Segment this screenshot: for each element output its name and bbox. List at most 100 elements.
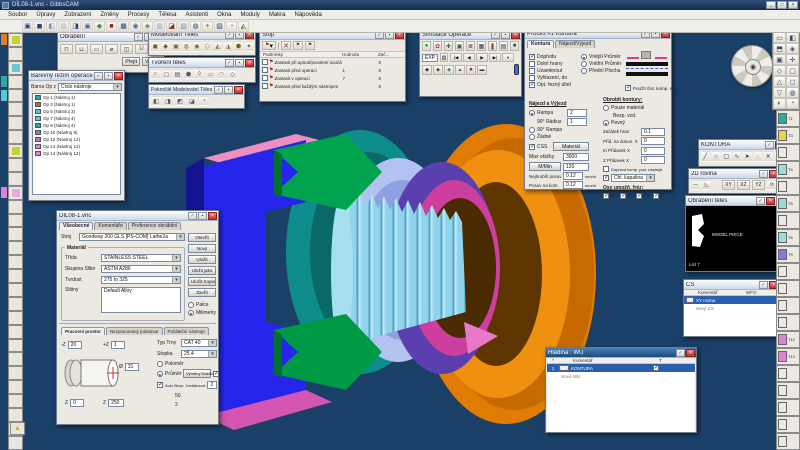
xy-plane-button[interactable]: XY [722,180,735,190]
stock-zr-field[interactable]: 1 [111,341,125,349]
stock-dia-field[interactable]: 31 [125,363,139,371]
toolbar-icon[interactable]: ◼ [34,21,45,32]
solid-modeling-icon[interactable]: ◉ [193,41,201,52]
tab-preference[interactable]: Preference obrábění [128,222,182,230]
solid-modeling-icon[interactable]: ▣ [172,41,180,52]
tool-strip-row[interactable] [0,255,23,269]
toolbar-icon[interactable]: ◆ [94,21,105,32]
tool-tile[interactable] [776,212,800,229]
tab-komentare[interactable]: Komentáře [94,222,126,230]
toolbar-icon[interactable]: ▣ [82,21,93,32]
tab-kontura[interactable]: Kontura [527,40,554,48]
menu-item[interactable]: Úpravy [32,12,59,18]
close-icon[interactable]: × [766,197,775,205]
close-icon[interactable]: × [114,72,123,80]
close-icon[interactable]: × [686,349,695,357]
pin-icon[interactable]: ✓ [94,72,103,80]
tool-strip-row[interactable] [0,130,23,144]
prejit-button[interactable]: Přejít [122,57,140,66]
tool-tile[interactable] [776,399,800,416]
view-icon[interactable]: ◧ [786,32,799,43]
tool-tile[interactable]: T6 [776,229,800,246]
stop-checkbox[interactable] [262,59,268,65]
operation-row[interactable]: Op 7 (Nástroj 4) [33,115,120,122]
yz-plane-button[interactable]: YZ [752,180,765,190]
workgroup-new-row[interactable]: Nová WÚ [547,372,695,380]
tool-strip-row[interactable] [0,158,23,172]
tool-cell[interactable] [8,75,23,89]
stop-row[interactable]: ⚑ Zastavit před operací 1 0 [260,66,405,74]
pin-icon[interactable]: ✓ [676,349,685,357]
tool-cell[interactable] [8,227,23,241]
stock-z1-field[interactable]: 250 [108,399,124,407]
window-titlebar[interactable]: DÍL08-1.vnc - GibbsCAM _ □ × [0,0,800,10]
simulation-mode-icon[interactable]: ■ [510,41,519,51]
tool-cell[interactable] [8,311,23,325]
contour-feed-field[interactable]: 0.12 [563,181,583,189]
solid-modeling-icon[interactable]: ◼ [151,41,159,52]
simulation-option-icon[interactable]: ▬ [477,65,487,75]
tool-strip-row[interactable] [0,311,23,325]
solid-create-icon[interactable]: ◠ [217,69,226,79]
tool-tile[interactable] [776,297,800,314]
field-input[interactable]: 0 [641,156,665,164]
tool-tile[interactable]: T3 [776,127,800,144]
tilt-plane-icon[interactable]: ◺ [702,180,711,190]
close-icon[interactable]: × [245,59,254,67]
dcd-action-button[interactable]: Otevřít [188,233,216,242]
tool-cell[interactable] [8,352,23,366]
list-pager-label[interactable]: List 7 [689,262,700,267]
checkbox[interactable]: ✓ [529,82,535,88]
axis-check[interactable]: ✓X+ [603,193,616,199]
close-button[interactable]: × [788,1,798,9]
tool-tile[interactable] [776,433,800,450]
solid-create-icon[interactable]: ◻ [162,69,171,79]
kontura-titlebar[interactable]: KONTURA ✓× [699,140,785,150]
menu-item[interactable]: Změny [96,12,122,18]
axis-check[interactable]: ✓X- [620,193,632,199]
simulation-mode-icon[interactable]: ≣ [466,41,475,51]
solid-modeling-icon[interactable]: ⬢ [234,41,242,52]
solid-create-icon[interactable]: ⬟ [184,69,193,79]
css-checkbox[interactable]: ✓ [529,144,535,150]
menu-item[interactable]: Procesy [124,12,154,18]
pin-icon[interactable]: ✓ [214,86,223,94]
field-input[interactable]: 0 [641,147,665,155]
stop-row[interactable]: ⚑ Zastavit před každým nástrojem 0 [260,82,405,90]
view-icon[interactable]: ◐ [773,98,786,109]
pin-icon[interactable]: ✓ [765,141,774,149]
tool-strip-row[interactable] [0,102,23,116]
view-icon[interactable]: △ [773,76,786,87]
toolbar-icon[interactable]: ▣ [22,21,33,32]
pin-icon[interactable]: ✓ [225,59,234,67]
simulation-mode-icon[interactable]: ▦ [477,41,486,51]
radio[interactable] [188,302,194,308]
toolbar-icon[interactable]: ◍ [190,21,201,32]
solid-modeling-icon[interactable]: ◆ [161,41,169,52]
solid-modeling-icon[interactable]: ◮ [224,41,232,52]
pin-icon[interactable]: ✓ [188,212,197,220]
checkbox[interactable]: ✓ [636,193,642,199]
checkbox[interactable]: ✓ [620,193,626,199]
tool-strip-row[interactable] [0,186,23,200]
operations-list[interactable]: Op 1 (Nástroj 1) Op 3 (Nástroj 1) Op 5 (… [32,93,121,195]
menu-item[interactable]: Soubor [4,12,31,18]
tool-strip-row[interactable] [0,227,23,241]
simulation-mode-icon[interactable]: ● [422,41,431,51]
speed-slider-icon[interactable]: ▥ [440,53,448,62]
operation-row[interactable]: Op 1 (Nástroj 1) [33,94,120,101]
tool-tile[interactable]: T4 [776,161,800,178]
tool-tile[interactable] [776,365,800,382]
operation-row[interactable]: Op 3 (Nástroj 1) [33,101,120,108]
tab-pracovni-prostor[interactable]: Pracovní prostor [61,327,105,335]
simulation-mode-icon[interactable]: ▤ [499,41,508,51]
toolbar-icon[interactable]: ◔ [226,21,237,32]
tool-strip-row[interactable] [0,89,23,103]
mmin-button[interactable]: M/Min [529,162,561,171]
rampa-radio-row[interactable]: ●Rampa2 [529,109,597,117]
speed-field[interactable]: EXP [422,54,438,62]
coolant-dropdown[interactable]: Chl. kapalina [611,174,655,182]
tool-tile[interactable] [776,280,800,297]
simulation-mode-icon[interactable]: ❚ [488,41,497,51]
pin-icon[interactable]: ✓ [759,170,768,178]
